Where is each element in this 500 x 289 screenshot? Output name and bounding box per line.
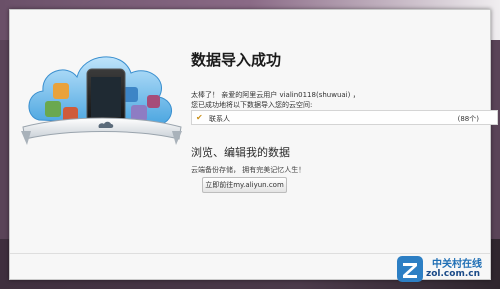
imported-item-row: ✔ 联系人 (88个) — [191, 110, 498, 125]
zol-logo-icon — [397, 256, 423, 282]
goto-aliyun-button[interactable]: 立即前往my.aliyun.com — [202, 177, 287, 193]
zol-brand-name: 中关村在线 — [432, 259, 482, 270]
zol-brand-url: zol.com.cn — [426, 269, 480, 279]
dialog-title: 数据导入成功 — [191, 51, 282, 69]
footer-divider — [10, 253, 490, 254]
success-message-line2: 您已成功地将以下数据导入您的云空间: — [191, 101, 313, 109]
import-success-dialog: 数据导入成功 太棒了！ 亲爱的阿里云用户 vialin0118(shuwuai)… — [9, 9, 498, 282]
check-icon: ✔ — [196, 113, 203, 122]
success-message-line1: 太棒了！ 亲爱的阿里云用户 vialin0118(shuwuai) ， — [191, 91, 360, 99]
browse-edit-heading: 浏览、编辑我的数据 — [191, 146, 290, 159]
imported-item-count: (88个) — [457, 115, 479, 123]
browse-edit-description: 云端备份存储， 拥有完美记忆人生！ — [191, 166, 306, 174]
imported-item-label: 联系人 — [209, 115, 230, 123]
cloud-illustration-icon — [21, 56, 182, 145]
zol-watermark: 中关村在线 zol.com.cn — [396, 255, 492, 285]
